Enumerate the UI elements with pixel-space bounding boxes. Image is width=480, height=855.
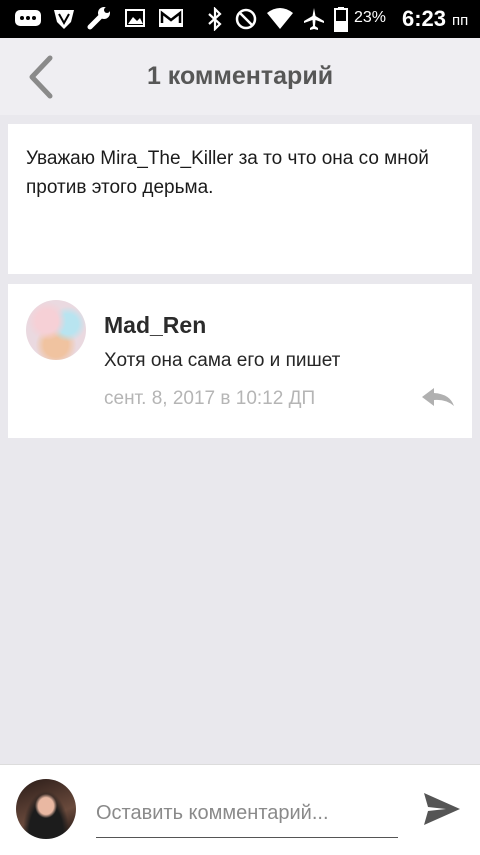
comment-composer [0, 764, 480, 855]
commenter-avatar[interactable] [26, 300, 86, 360]
battery-icon [334, 7, 348, 32]
status-bar: 23% 6:23 пп [0, 0, 480, 38]
send-icon [424, 793, 460, 825]
wrench-icon [87, 7, 110, 30]
wifi-icon [267, 8, 293, 29]
comment-text: Хотя она сама его и пишет [104, 350, 341, 371]
image-icon [125, 9, 145, 27]
messages-icon [15, 10, 41, 26]
do-not-disturb-icon [235, 8, 257, 30]
comment-item: Mad_Ren Хотя она сама его и пишет сент. … [8, 284, 472, 438]
battery-percent: 23% [354, 9, 387, 26]
comment-input[interactable] [96, 793, 398, 838]
comment-author[interactable]: Mad_Ren [104, 312, 206, 339]
app-header: 1 комментарий [0, 38, 480, 115]
clock-ampm: пп [452, 12, 469, 29]
page-title: 1 комментарий [146, 62, 334, 90]
shield-icon [54, 10, 74, 29]
user-avatar [16, 779, 76, 839]
clock-time: 6:23 [402, 6, 447, 31]
mail-icon [159, 9, 183, 27]
reply-icon [422, 388, 454, 406]
post-text: Уважаю Mira_The_Killer за то что она со … [26, 148, 429, 198]
comment-date: сент. 8, 2017 в 10:12 ДП [104, 388, 316, 409]
reply-button[interactable] [420, 384, 456, 412]
bluetooth-icon [208, 7, 222, 31]
send-button[interactable] [420, 787, 464, 831]
airplane-icon [304, 8, 324, 30]
post-card: Уважаю Mira_The_Killer за то что она со … [8, 124, 472, 274]
